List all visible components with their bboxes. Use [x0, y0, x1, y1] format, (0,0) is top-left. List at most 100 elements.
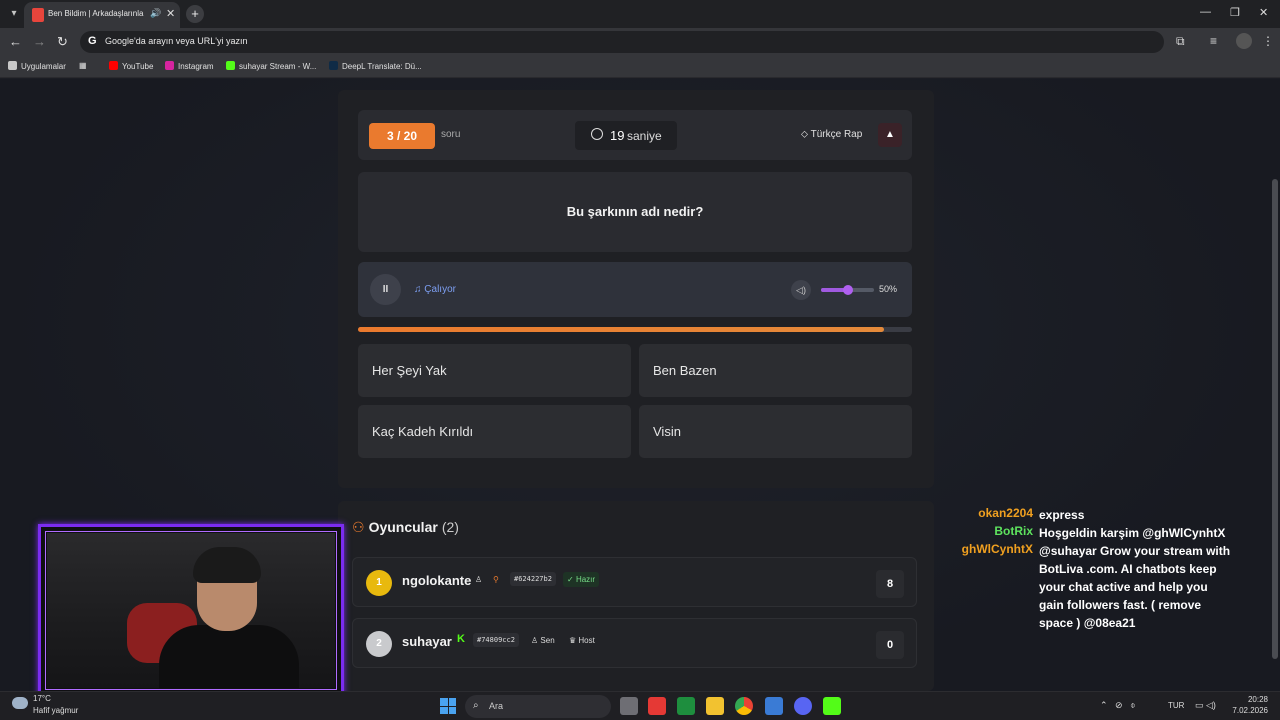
volume-tray-icon[interactable]: ▭ ◁) — [1195, 700, 1216, 711]
webcam-person-body — [159, 625, 299, 688]
pause-button[interactable]: II — [370, 274, 401, 305]
bookmark-youtube[interactable]: YouTube — [109, 61, 153, 71]
weather-temperature: 17°C — [33, 694, 51, 703]
player-name: suhayar — [402, 634, 452, 649]
menu-kebab-icon[interactable]: ⋮ — [1262, 34, 1274, 48]
forward-arrow-icon[interactable]: → — [33, 34, 46, 49]
chat-text: Hoşgeldin karşim @ghWlCynhtX — [1039, 526, 1226, 540]
tab-search-chevron-icon[interactable]: ▾ — [6, 6, 22, 22]
you-label: Sen — [540, 636, 555, 645]
clock-date[interactable]: 7.02.2026 — [1228, 706, 1268, 715]
song-progress-bar — [358, 327, 912, 332]
warning-icon: ▲ — [885, 129, 895, 140]
window-close-icon[interactable]: ✕ — [1259, 6, 1268, 19]
reload-icon[interactable]: ↻ — [57, 34, 68, 50]
browser-toolbar: ← → ↻ G Google'da arayın veya URL'yi yaz… — [0, 28, 1280, 56]
bookmark-apps[interactable]: Uygulamalar — [8, 61, 66, 71]
add-friend-icon[interactable]: ⚲ — [493, 575, 499, 584]
task-view-icon[interactable] — [620, 697, 638, 715]
new-tab-button[interactable]: + — [186, 5, 204, 23]
players-title: ⚇ Oyuncular (2) — [352, 519, 459, 536]
extensions-icon[interactable]: ⧉ — [1176, 34, 1185, 49]
you-badge: ♙ Sen — [531, 636, 555, 645]
report-button[interactable]: ▲ — [878, 123, 902, 147]
rank-badge: 2 — [366, 631, 392, 657]
timer-label: saniye — [627, 129, 662, 143]
users-icon: ⚇ — [352, 519, 365, 535]
rank-badge: 1 — [366, 570, 392, 596]
weather-description: Hafif yağmur — [33, 706, 79, 715]
player-id: #74809cc2 — [473, 633, 519, 647]
tab-close-icon[interactable]: ✕ — [166, 7, 175, 20]
file-explorer-icon[interactable] — [706, 697, 724, 715]
youtube-app-icon[interactable] — [648, 697, 666, 715]
players-title-label: Oyuncular — [368, 519, 438, 535]
back-arrow-icon[interactable]: ← — [9, 34, 22, 49]
chat-text: express — [1039, 508, 1085, 522]
host-label: Host — [578, 636, 595, 645]
quiz-header: 3 / 20 soru 19 saniye ⬦ Türkçe Rap ▲ — [358, 110, 912, 160]
bookmark-instagram[interactable]: Instagram — [165, 61, 214, 71]
bookmarks-bar: Uygulamalar ▦ YouTube Instagram suhayar … — [0, 56, 1280, 78]
google-icon: G — [88, 35, 97, 47]
volume-slider-handle[interactable] — [842, 285, 853, 295]
player-id: #624227b2 — [510, 572, 556, 586]
players-card: ⚇ Oyuncular (2) 1 ngolokante ♙ ⚲ #624227b2… — [338, 501, 934, 691]
players-count: (2) — [441, 519, 459, 535]
ready-badge: ✓ Hazır — [563, 572, 600, 587]
check-circle-icon: ✓ — [567, 575, 576, 584]
bookmark-deepl[interactable]: DeepL Translate: Dü... — [329, 61, 422, 71]
chrome-icon[interactable] — [735, 697, 753, 715]
weather-cloud-icon[interactable] — [12, 697, 28, 709]
question-text: Bu şarkının adı nedir? — [566, 204, 704, 219]
answer-label: Her Şeyi Yak — [372, 363, 447, 378]
windows-taskbar: 17°C Hafif yağmur ⌕ Ara ⌃ ⊘ ⌽ TUR ▭ ◁) 2… — [0, 691, 1280, 720]
tab-audio-icon[interactable]: 🔊 — [150, 8, 161, 19]
bookmark-label: DeepL Translate: Dü... — [342, 62, 422, 71]
answer-option-3[interactable]: Kaç Kadeh Kırıldı — [358, 405, 631, 458]
address-bar[interactable]: G Google'da arayın veya URL'yi yazın — [80, 31, 1164, 53]
deepl-icon — [329, 61, 338, 70]
browser-tab[interactable]: Ben Bildim | Arkadaşlarınla 🔊 ✕ — [24, 2, 180, 28]
system-tray-icons[interactable]: ⌃ ⊘ ⌽ — [1100, 700, 1136, 711]
quiz-card: 3 / 20 soru 19 saniye ⬦ Türkçe Rap ▲ Bu … — [338, 90, 934, 488]
minimize-icon[interactable]: — — [1200, 6, 1211, 18]
answer-option-1[interactable]: Her Şeyi Yak — [358, 344, 631, 397]
webcam-person-hair — [193, 547, 261, 583]
apps-launcher-icon[interactable]: ▦ — [79, 61, 87, 70]
chat-text: @suhayar Grow your stream with BotLiva .… — [1039, 544, 1231, 630]
answer-option-2[interactable]: Ben Bazen — [639, 344, 912, 397]
profile-avatar[interactable] — [1236, 33, 1252, 49]
answer-option-4[interactable]: Visin — [639, 405, 912, 458]
playing-status: ♫ Çalıyor — [414, 284, 456, 295]
clock-time[interactable]: 20:28 — [1228, 695, 1268, 704]
volume-slider[interactable] — [821, 285, 874, 295]
instagram-icon — [165, 61, 174, 70]
user-icon: ♙ — [531, 636, 541, 645]
restore-icon[interactable]: ❐ — [1230, 6, 1240, 19]
kick-icon: K — [457, 633, 465, 645]
page-scrollbar[interactable] — [1272, 179, 1278, 659]
volume-icon[interactable]: ◁) — [791, 280, 811, 300]
language-indicator[interactable]: TUR — [1168, 701, 1184, 710]
playing-status-label: Çalıyor — [424, 284, 456, 295]
question-counter: 3 / 20 — [369, 123, 435, 149]
search-icon: ⌕ — [473, 700, 479, 711]
apps-grid-icon — [8, 61, 17, 70]
media-control-icon[interactable]: ≡ — [1210, 34, 1217, 48]
bookmark-label: Uygulamalar — [21, 62, 66, 71]
player-score: 0 — [876, 631, 904, 659]
kick-icon — [226, 61, 235, 70]
discord-icon[interactable] — [794, 697, 812, 715]
network-app-icon[interactable] — [765, 697, 783, 715]
player-row: 1 ngolokante ♙ ⚲ #624227b2 ✓ Hazır 8 — [352, 557, 917, 607]
taskbar-search[interactable]: ⌕ Ara — [465, 695, 611, 718]
bookmark-label: YouTube — [122, 62, 154, 71]
bookmark-kick-stream[interactable]: suhayar Stream - W... — [226, 61, 316, 71]
timer: 19 saniye — [575, 121, 677, 150]
answer-label: Visin — [653, 424, 681, 439]
excel-icon[interactable] — [677, 697, 695, 715]
song-progress-fill — [358, 327, 885, 332]
kick-app-icon[interactable] — [823, 697, 841, 715]
windows-start-icon[interactable] — [440, 698, 456, 714]
